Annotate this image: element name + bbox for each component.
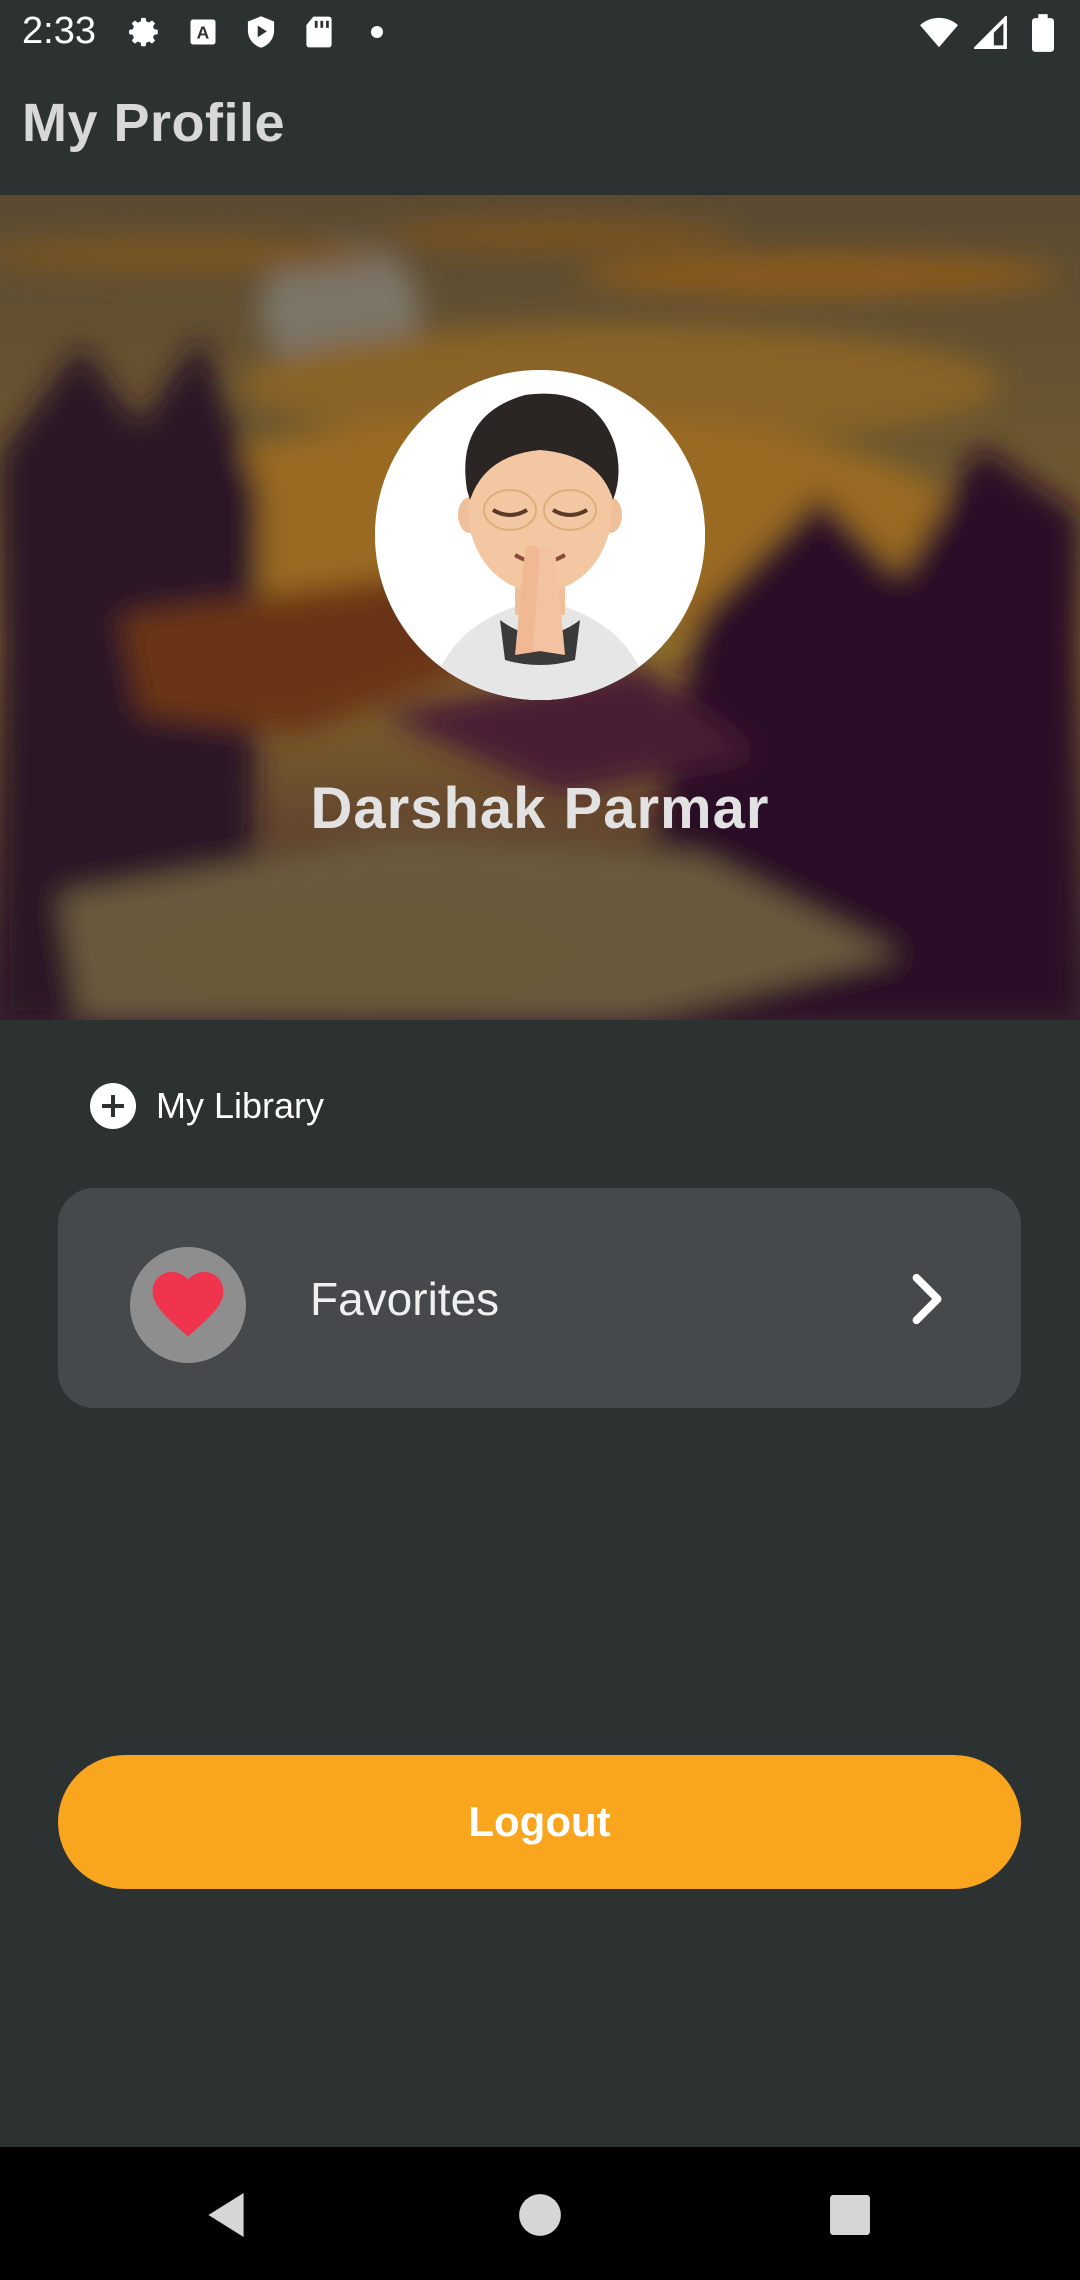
avatar[interactable] bbox=[375, 370, 705, 700]
status-time: 2:33 bbox=[22, 10, 96, 52]
gear-icon bbox=[126, 13, 164, 51]
battery-icon bbox=[1024, 14, 1062, 52]
plus-circle-icon bbox=[90, 1083, 136, 1129]
my-library-label: My Library bbox=[156, 1085, 325, 1126]
recents-icon[interactable] bbox=[820, 2185, 880, 2245]
svg-text:A: A bbox=[197, 22, 210, 42]
font-a-icon: A bbox=[184, 13, 222, 51]
favorites-label: Favorites bbox=[310, 1273, 500, 1325]
dot-icon bbox=[358, 13, 396, 51]
navigation-bar bbox=[0, 2147, 1080, 2280]
memoji-avatar bbox=[375, 370, 705, 700]
favorites-card[interactable]: Favorites bbox=[58, 1188, 1021, 1408]
heart-icon bbox=[152, 1272, 224, 1337]
home-icon[interactable] bbox=[510, 2185, 570, 2245]
wifi-icon bbox=[920, 14, 958, 52]
sd-card-icon bbox=[300, 13, 338, 51]
back-icon[interactable] bbox=[196, 2185, 256, 2245]
status-icons-right bbox=[920, 14, 1062, 52]
signal-icon bbox=[972, 14, 1010, 52]
profile-header-banner: Darshak Parmar bbox=[0, 195, 1080, 1020]
chevron-right-icon bbox=[912, 1273, 942, 1325]
play-shield-icon bbox=[242, 13, 280, 51]
status-icons-left: A bbox=[126, 14, 396, 50]
user-name: Darshak Parmar bbox=[310, 776, 770, 841]
page-title: My Profile bbox=[22, 93, 286, 153]
my-library-button[interactable]: My Library bbox=[90, 1078, 324, 1134]
logout-button[interactable]: Logout bbox=[58, 1755, 1021, 1889]
favorites-icon-circle bbox=[130, 1247, 246, 1363]
app-bar: My Profile bbox=[0, 64, 1080, 195]
status-bar: 2:33 A bbox=[0, 0, 1080, 64]
